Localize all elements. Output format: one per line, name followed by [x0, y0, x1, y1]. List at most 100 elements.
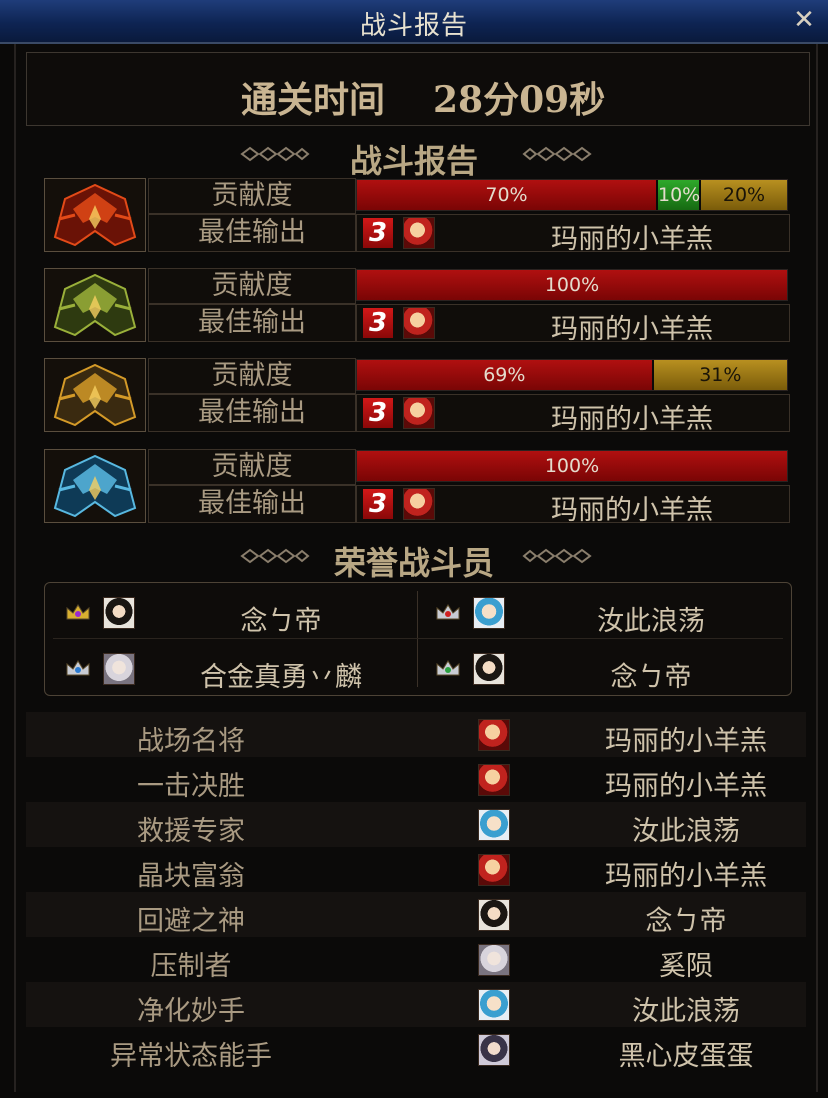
boss-row: 贡献度 最佳输出 100% 3 玛丽的小羊羔 [44, 449, 790, 535]
honor-player: 汝此浪荡 [431, 597, 781, 637]
player-avatar [473, 653, 505, 685]
honor-player-name: 念ㄅ帝 [240, 606, 322, 637]
green-boss-icon [44, 268, 146, 342]
player-avatar [403, 488, 435, 520]
best-output-label: 最佳输出 [148, 394, 356, 432]
honor-header: 荣誉战斗员 [0, 534, 828, 582]
contribution-segment: 100% [357, 270, 787, 300]
award-row: 异常状态能手 黑心皮蛋蛋 [26, 1027, 806, 1072]
award-title: 异常状态能手 [110, 1041, 272, 1072]
contribution-label: 贡献度 [148, 178, 356, 214]
honor-player: 念ㄅ帝 [61, 597, 411, 637]
player-avatar [478, 719, 510, 751]
rank-badge: 3 [363, 218, 393, 248]
rank-badge: 3 [363, 489, 393, 519]
contribution-segment: 69% [357, 360, 652, 390]
contribution-segment: 10% [658, 180, 700, 210]
best-output-cell: 3 玛丽的小羊羔 [356, 304, 790, 345]
player-avatar [103, 653, 135, 685]
best-output-cell: 3 玛丽的小羊羔 [356, 394, 790, 435]
boss-row: 贡献度 最佳输出 69% 31% 3 玛丽的小羊羔 [44, 358, 790, 444]
player-avatar [478, 944, 510, 976]
boss-row: 贡献度 最佳输出 70% 10% 20% 3 玛丽的小羊羔 [44, 178, 790, 264]
award-row: 净化妙手 汝此浪荡 [26, 982, 806, 1027]
player-avatar [473, 597, 505, 629]
award-row: 晶块富翁 玛丽的小羊羔 [26, 847, 806, 892]
contribution-bar: 70% 10% 20% [356, 179, 788, 211]
title-bar: 战斗报告 ✕ [0, 0, 828, 44]
rank-badge: 3 [363, 308, 393, 338]
crown-icon [436, 660, 460, 676]
crown-icon [66, 604, 90, 620]
player-avatar [403, 397, 435, 429]
clear-time-label: 通关时间 [241, 79, 386, 121]
contribution-label: 贡献度 [148, 358, 356, 394]
honor-player-name: 念ㄅ帝 [610, 662, 692, 693]
player-avatar [478, 989, 510, 1021]
boss-row: 贡献度 最佳输出 100% 3 玛丽的小羊羔 [44, 268, 790, 354]
crown-icon [436, 604, 460, 620]
contribution-segment: 70% [357, 180, 656, 210]
contribution-bar: 69% 31% [356, 359, 788, 391]
award-player: 汝此浪荡 [632, 996, 740, 1027]
gold-boss-icon [44, 358, 146, 432]
award-player: 玛丽的小羊羔 [605, 771, 767, 802]
honor-player-name: 汝此浪荡 [597, 606, 705, 637]
window-title: 战斗报告 [359, 11, 468, 41]
best-output-label: 最佳输出 [148, 214, 356, 252]
honor-player: 合金真勇丷麟 [61, 653, 411, 693]
award-player: 玛丽的小羊羔 [605, 861, 767, 892]
award-row: 回避之神 念ㄅ帝 [26, 892, 806, 937]
award-title: 压制者 [150, 951, 232, 982]
award-row: 一击决胜 玛丽的小羊羔 [26, 757, 806, 802]
award-title: 回避之神 [137, 906, 245, 937]
player-avatar [478, 809, 510, 841]
crown-icon [66, 660, 90, 676]
rank-badge: 3 [363, 398, 393, 428]
best-output-cell: 3 玛丽的小羊羔 [356, 214, 790, 255]
award-title: 救援专家 [137, 816, 245, 847]
best-output-label: 最佳输出 [148, 485, 356, 523]
honor-player-name: 合金真勇丷麟 [200, 662, 362, 693]
contribution-segment: 100% [357, 451, 787, 481]
honor-divider [53, 638, 783, 639]
honor-divider [417, 591, 418, 687]
close-button[interactable]: ✕ [790, 6, 818, 34]
contribution-bar: 100% [356, 269, 788, 301]
player-avatar [403, 217, 435, 249]
player-avatar [478, 899, 510, 931]
contribution-segment: 20% [701, 180, 787, 210]
honor-title: 荣誉战斗员 [333, 544, 494, 582]
contribution-label: 贡献度 [148, 268, 356, 304]
contribution-label: 贡献度 [148, 449, 356, 485]
ice-boss-icon [44, 449, 146, 523]
battle-report-header: 战斗报告 [0, 132, 828, 180]
awards-list: 战场名将 玛丽的小羊羔 一击决胜 玛丽的小羊羔 救援专家 汝此浪荡 晶块富翁 玛… [26, 708, 806, 1094]
ornament-right-icon [522, 548, 592, 564]
award-title: 净化妙手 [137, 996, 245, 1027]
ornament-right-icon [522, 146, 592, 162]
player-avatar [478, 854, 510, 886]
best-output-cell: 3 玛丽的小羊羔 [356, 485, 790, 526]
best-player-name: 玛丽的小羊羔 [551, 224, 713, 255]
player-avatar [103, 597, 135, 629]
award-row: 战场名将 玛丽的小羊羔 [26, 712, 806, 757]
battle-report-title: 战斗报告 [349, 142, 478, 180]
contribution-segment: 31% [653, 360, 787, 390]
player-avatar [403, 307, 435, 339]
contribution-bar: 100% [356, 450, 788, 482]
best-output-label: 最佳输出 [148, 304, 356, 342]
player-avatar [478, 1034, 510, 1066]
honor-panel: 念ㄅ帝 汝此浪荡 合金真勇丷麟 念ㄅ帝 [44, 582, 792, 696]
award-row: 救援专家 汝此浪荡 [26, 802, 806, 847]
best-player-name: 玛丽的小羊羔 [551, 314, 713, 345]
player-avatar [478, 764, 510, 796]
award-title: 晶块富翁 [137, 861, 245, 892]
honor-player: 念ㄅ帝 [431, 653, 781, 693]
award-player: 汝此浪荡 [632, 816, 740, 847]
award-player: 奚陨 [659, 951, 713, 982]
award-player: 念ㄅ帝 [645, 906, 727, 937]
award-player: 玛丽的小羊羔 [605, 726, 767, 757]
award-title: 战场名将 [137, 726, 245, 757]
clear-time-value: 28分09秒 [433, 79, 606, 121]
